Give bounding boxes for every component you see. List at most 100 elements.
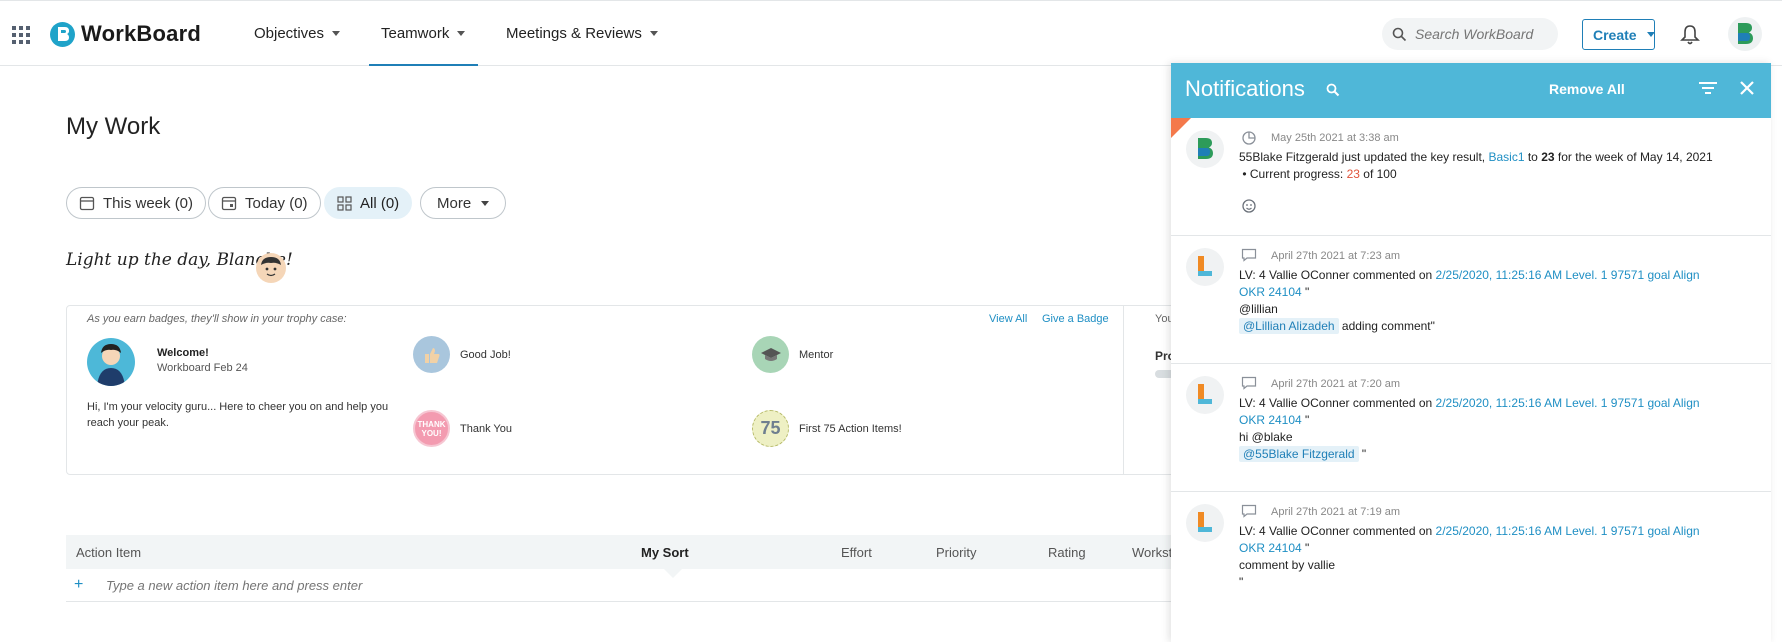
add-reaction-icon[interactable] bbox=[1241, 198, 1257, 219]
notification-item[interactable]: April 27th 2021 at 7:19 am LV: 4 Vallie … bbox=[1171, 492, 1771, 610]
notification-item[interactable]: April 27th 2021 at 7:20 am LV: 4 Vallie … bbox=[1171, 364, 1771, 492]
search-icon bbox=[1392, 27, 1407, 41]
notification-line: 55Blake Fitzgerald just updated the key … bbox=[1239, 149, 1739, 166]
notification-item[interactable]: May 25th 2021 at 3:38 am 55Blake Fitzger… bbox=[1171, 118, 1771, 236]
goal-link[interactable]: OKR 24104 bbox=[1239, 413, 1302, 427]
comment-line: " bbox=[1239, 575, 1244, 589]
filter-icon[interactable] bbox=[1698, 80, 1718, 101]
key-result-icon bbox=[1241, 130, 1257, 151]
app-name: WorkBoard bbox=[81, 21, 201, 46]
badge-label: Mentor bbox=[799, 348, 834, 361]
filter-more[interactable]: More bbox=[420, 187, 507, 219]
col-my-sort[interactable]: My Sort bbox=[641, 545, 689, 560]
remove-all-button[interactable]: Remove All bbox=[1549, 81, 1625, 97]
notification-body: 55Blake Fitzgerald just updated the key … bbox=[1239, 149, 1739, 183]
notification-body: LV: 4 Vallie OConner commented on 2/25/2… bbox=[1239, 395, 1739, 463]
value: 23 bbox=[1541, 150, 1555, 164]
new-action-item-row: + bbox=[66, 569, 1196, 602]
filter-today[interactable]: Today (0) bbox=[208, 187, 321, 219]
badge-good-job[interactable]: Good Job! bbox=[413, 336, 511, 373]
guru-title: Welcome! bbox=[157, 347, 209, 359]
close-icon[interactable] bbox=[1738, 79, 1756, 102]
text: LV: 4 Vallie OConner commented on bbox=[1239, 268, 1436, 282]
comment-line: @55Blake Fitzgerald " bbox=[1239, 446, 1739, 463]
badge-thank-you[interactable]: THANK YOU! Thank You bbox=[413, 410, 512, 447]
text: LV: 4 Vallie OConner commented on bbox=[1239, 396, 1436, 410]
text: for the week of May 14, 2021 bbox=[1554, 150, 1713, 164]
filter-today-label: Today (0) bbox=[245, 194, 308, 212]
notification-line: LV: 4 Vallie OConner commented on 2/25/2… bbox=[1239, 395, 1739, 412]
action-table-header: Action Item My Sort Effort Priority Rati… bbox=[66, 535, 1196, 569]
text: adding comment" bbox=[1338, 319, 1435, 333]
notification-line: LV: 4 Vallie OConner commented on 2/25/2… bbox=[1239, 267, 1739, 284]
nav-objectives[interactable]: Objectives bbox=[254, 25, 341, 42]
thank-you-icon: THANK YOU! bbox=[413, 410, 450, 447]
text: " bbox=[1358, 447, 1367, 461]
active-nav-indicator bbox=[369, 64, 478, 66]
nav-meetings-reviews[interactable]: Meetings & Reviews bbox=[506, 25, 658, 42]
key-result-link[interactable]: Basic1 bbox=[1488, 150, 1524, 164]
trophy-case: As you earn badges, they'll show in your… bbox=[66, 305, 1196, 475]
notification-line: LV: 4 Vallie OConner commented on 2/25/2… bbox=[1239, 523, 1739, 540]
plus-icon[interactable]: + bbox=[74, 576, 94, 594]
goal-link[interactable]: OKR 24104 bbox=[1239, 285, 1302, 299]
search-icon[interactable] bbox=[1326, 83, 1340, 102]
col-effort[interactable]: Effort bbox=[841, 545, 872, 560]
goal-link[interactable]: 2/25/2020, 11:25:16 AM Level. 1 97571 go… bbox=[1436, 396, 1700, 410]
badge-first-75[interactable]: 75 First 75 Action Items! bbox=[752, 410, 902, 447]
guru-avatar bbox=[87, 338, 135, 386]
guru-face-icon bbox=[256, 253, 286, 283]
chevron-down-icon bbox=[481, 200, 490, 206]
col-priority[interactable]: Priority bbox=[936, 545, 976, 560]
mention-tag[interactable]: @55Blake Fitzgerald bbox=[1239, 446, 1359, 462]
notification-body: LV: 4 Vallie OConner commented on 2/25/2… bbox=[1239, 523, 1739, 591]
create-button[interactable]: Create bbox=[1582, 19, 1655, 50]
col-action-item[interactable]: Action Item bbox=[76, 545, 141, 560]
new-action-item-input[interactable] bbox=[106, 577, 706, 593]
comment-icon bbox=[1241, 504, 1257, 523]
mention-tag[interactable]: @Lillian Alizadeh bbox=[1239, 318, 1339, 334]
view-all-link[interactable]: View All bbox=[989, 313, 1027, 325]
bell-icon[interactable] bbox=[1680, 24, 1700, 51]
workboard-logo[interactable]: WorkBoard bbox=[50, 21, 201, 47]
notifications-header: Notifications Remove All bbox=[1171, 63, 1771, 118]
nav-objectives-label: Objectives bbox=[254, 25, 325, 42]
comment-icon bbox=[1241, 376, 1257, 395]
avatar bbox=[1186, 130, 1224, 168]
col-workstream[interactable]: Workst bbox=[1132, 545, 1172, 560]
goal-link[interactable]: 2/25/2020, 11:25:16 AM Level. 1 97571 go… bbox=[1436, 268, 1700, 282]
notifications-panel: Notifications Remove All May 25th 2021 a… bbox=[1171, 63, 1771, 642]
chevron-down-icon bbox=[457, 31, 466, 36]
badge-hint: As you earn badges, they'll show in your… bbox=[87, 313, 347, 325]
notification-time: May 25th 2021 at 3:38 am bbox=[1271, 132, 1399, 144]
apps-grid-icon[interactable] bbox=[12, 26, 30, 44]
text: " bbox=[1301, 541, 1310, 555]
nav-meetings-label: Meetings & Reviews bbox=[506, 25, 642, 42]
col-rating[interactable]: Rating bbox=[1048, 545, 1086, 560]
notification-item[interactable]: April 27th 2021 at 7:23 am LV: 4 Vallie … bbox=[1171, 236, 1771, 364]
give-badge-link[interactable]: Give a Badge bbox=[1042, 313, 1109, 325]
notification-time: April 27th 2021 at 7:23 am bbox=[1271, 250, 1401, 262]
search-input[interactable] bbox=[1415, 26, 1555, 42]
guru-subtitle: Workboard Feb 24 bbox=[157, 362, 248, 374]
filter-this-week[interactable]: This week (0) bbox=[66, 187, 207, 219]
goal-link[interactable]: 2/25/2020, 11:25:16 AM Level. 1 97571 go… bbox=[1436, 524, 1700, 538]
avatar bbox=[1186, 376, 1224, 414]
seventy-five-icon: 75 bbox=[752, 410, 789, 447]
user-avatar[interactable] bbox=[1728, 17, 1762, 51]
badge-label: Good Job! bbox=[460, 348, 511, 361]
filter-all[interactable]: All (0) bbox=[324, 187, 413, 219]
progress-line: • Current progress: 23 of 100 bbox=[1239, 167, 1397, 181]
unread-marker bbox=[1171, 118, 1191, 138]
goal-link[interactable]: OKR 24104 bbox=[1239, 541, 1302, 555]
text: " bbox=[1301, 413, 1310, 427]
thumbs-up-icon bbox=[413, 336, 450, 373]
comment-icon bbox=[1241, 248, 1257, 267]
badge-mentor[interactable]: Mentor bbox=[752, 336, 833, 373]
calendar-day-icon bbox=[221, 195, 237, 211]
create-label: Create bbox=[1593, 26, 1637, 43]
page-title: My Work bbox=[66, 113, 161, 140]
nav-teamwork[interactable]: Teamwork bbox=[381, 25, 466, 42]
notification-time: April 27th 2021 at 7:19 am bbox=[1271, 506, 1401, 518]
search-box[interactable] bbox=[1382, 18, 1558, 50]
